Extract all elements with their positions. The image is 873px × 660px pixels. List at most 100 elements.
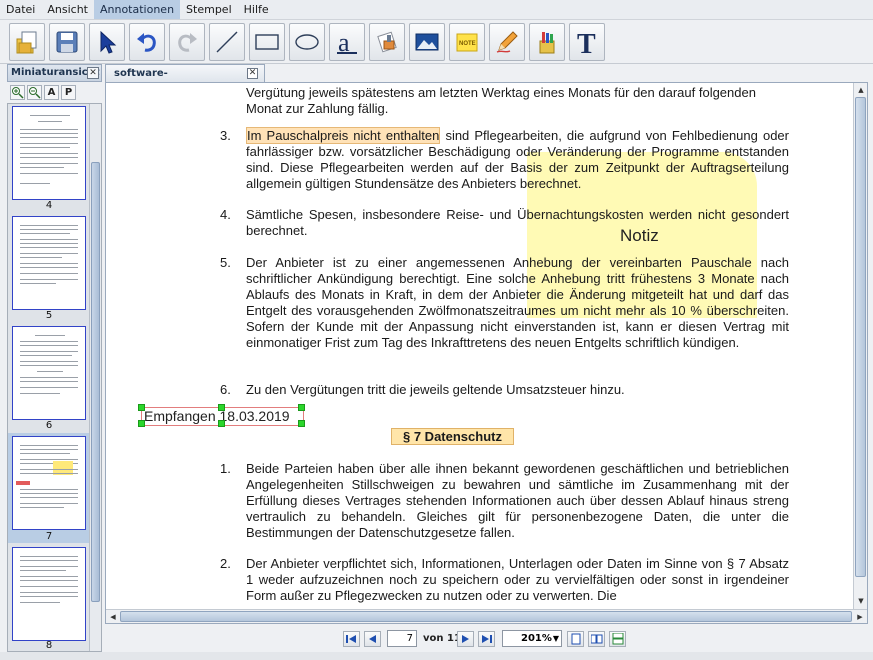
line-tool-button[interactable] [209,23,245,61]
horizontal-scroll-thumb[interactable] [120,611,852,622]
list-item-6: 6. Zu den Vergütungen tritt die jeweils … [220,382,789,398]
first-page-button[interactable] [343,631,360,647]
highlighter-icon [539,32,555,54]
thumbnail-scrollbar[interactable] [89,104,101,651]
list-number: 4. [220,207,231,222]
last-page-button[interactable] [478,631,495,647]
single-page-icon [571,633,580,645]
section-heading[interactable]: § 7 Datenschutz [391,428,514,445]
undo-button[interactable] [129,23,165,61]
menu-annotations[interactable]: Annotationen [93,0,181,19]
stamp-tool-button[interactable] [369,23,405,61]
page-number-input[interactable]: 7 [387,630,417,647]
save-button[interactable] [49,23,85,61]
menu-bar: Datei Ansicht Annotationen Stempel Hilfe [0,0,873,20]
zoom-in-icon[interactable] [10,84,25,100]
resize-handle[interactable] [138,420,145,427]
horizontal-scrollbar[interactable]: ◀ ▶ [106,609,867,623]
thumbnail-list: 4 5 6 7 8 [7,103,102,652]
annotation-filter-button[interactable]: A [44,84,59,100]
rectangle-icon [255,34,279,50]
note-tool-button[interactable]: NOTE [449,23,485,61]
resize-handle[interactable] [218,420,225,427]
resize-handle[interactable] [138,404,145,411]
previous-page-icon [369,635,376,643]
stamp-icon [377,31,397,53]
continuous-view-button[interactable] [609,631,626,647]
list-item-5: 5. Der Anbieter ist zu einer angemessene… [220,255,789,351]
document-page: Vergütung jeweils spätestens am letzten … [106,83,853,610]
list-text: Sämtliche Spesen, insbesondere Reise- un… [246,207,789,238]
page-filter-button[interactable]: P [61,84,76,100]
list-text: Zu den Vergütungen tritt die jeweils gel… [246,382,625,397]
image-tool-button[interactable] [409,23,445,61]
list-number: 3. [220,128,231,143]
document-viewer[interactable]: Vergütung jeweils spätestens am letzten … [105,82,868,624]
next-page-button[interactable] [457,631,474,647]
pencil-tool-button[interactable] [489,23,525,61]
text-box-tool-button[interactable]: T [569,23,605,61]
status-strip [0,652,873,660]
resize-handle[interactable] [298,404,305,411]
scroll-left-icon[interactable]: ◀ [107,611,119,623]
text-font-icon: a [337,29,357,55]
vertical-scrollbar[interactable]: ▲ ▼ [853,83,867,609]
scroll-right-icon[interactable]: ▶ [854,611,866,623]
thumbnail-label: 6 [45,420,53,431]
menu-stamp[interactable]: Stempel [180,0,238,19]
thumbnail-label: 5 [45,310,53,321]
menu-help[interactable]: Hilfe [238,0,275,19]
close-icon[interactable]: ✕ [87,67,99,79]
pencil-icon [496,31,518,53]
ellipse-tool-button[interactable] [289,23,325,61]
single-page-view-button[interactable] [567,631,584,647]
scroll-up-icon[interactable]: ▲ [855,84,867,96]
thumbnail-scroll-thumb[interactable] [91,162,100,602]
highlight-annotation[interactable]: Im Pauschalpreis nicht enthalten [246,127,441,144]
thumbnail-page-6[interactable]: 6 [8,324,90,432]
previous-page-button[interactable] [364,631,381,647]
section-item-2: 2. Der Anbieter verpflichtet sich, Infor… [220,556,789,604]
chevron-down-icon[interactable]: ▼ [550,631,562,646]
list-item-3: 3. Im Pauschalpreis nicht enthalten sind… [220,127,789,192]
list-item-4: 4. Sämtliche Spesen, insbesondere Reise-… [220,207,789,239]
thumbnail-page-image [12,326,86,420]
thumbnail-label: 7 [45,531,53,542]
thumbnail-page-4[interactable]: 4 [8,104,90,212]
open-document-button[interactable] [9,23,45,61]
scroll-down-icon[interactable]: ▼ [855,595,867,607]
thumbnail-page-8[interactable]: 8 [8,544,90,651]
select-tool-button[interactable] [89,23,125,61]
open-document-icon [16,31,37,54]
thumbnail-page-5[interactable]: 5 [8,214,90,322]
text-font-tool-button[interactable]: a [329,23,365,61]
line-icon [216,31,238,53]
ellipse-icon [295,34,319,50]
thumbnail-panel-tab[interactable]: Miniaturansicht ✕ [7,64,102,82]
page-count-label: von 11 [423,633,461,644]
list-text: Der Anbieter verpflichtet sich, Informat… [246,556,789,603]
two-page-view-button[interactable] [588,631,605,647]
highlighter-tool-button[interactable] [529,23,565,61]
thumbnail-page-image [12,436,86,530]
document-tab[interactable]: software-pflegevertrag.doc ✕ [105,64,265,96]
redo-button[interactable] [169,23,205,61]
thumbnail-page-image [12,106,86,200]
thumbnail-page-7[interactable]: 7 [8,433,90,543]
list-number: 6. [220,382,231,397]
rectangle-tool-button[interactable] [249,23,285,61]
zoom-out-icon[interactable] [27,84,42,100]
menu-view[interactable]: Ansicht [41,0,94,19]
continuous-page-icon [612,633,623,645]
menu-file[interactable]: Datei [0,0,41,19]
select-arrow-icon [100,30,117,54]
resize-handle[interactable] [218,404,225,411]
intro-paragraph: Vergütung jeweils spätestens am letzten … [246,85,756,116]
page-navigation-bar: 7 von 11 201% ▼ [105,626,868,652]
resize-handle[interactable] [298,420,305,427]
svg-text:NOTE: NOTE [459,41,476,47]
image-icon [415,33,439,51]
thumbnail-page-image [12,547,86,641]
vertical-scroll-thumb[interactable] [855,97,866,577]
close-icon[interactable]: ✕ [247,68,258,79]
